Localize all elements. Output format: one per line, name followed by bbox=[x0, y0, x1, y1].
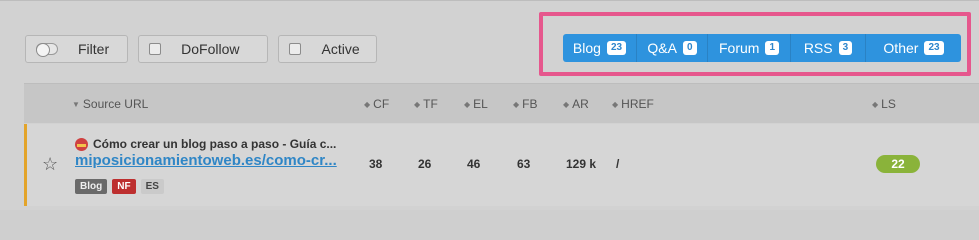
tab-rss[interactable]: RSS 3 bbox=[791, 34, 866, 62]
column-header-el[interactable]: ◆ EL bbox=[464, 97, 488, 111]
column-header-href[interactable]: ◆ HREF bbox=[612, 97, 654, 111]
spain-flag-icon bbox=[75, 137, 88, 151]
tag-language: ES bbox=[140, 179, 164, 194]
sort-icon: ◆ bbox=[612, 100, 619, 109]
ls-score-badge: 22 bbox=[876, 155, 920, 173]
active-checkbox[interactable] bbox=[289, 43, 302, 55]
sort-icon: ◆ bbox=[563, 100, 570, 109]
column-header-source-url[interactable]: ▼ Source URL bbox=[72, 97, 148, 111]
tab-label: RSS bbox=[803, 40, 833, 56]
filter-label: Filter bbox=[78, 41, 110, 57]
column-header-fb[interactable]: ◆ FB bbox=[513, 97, 538, 111]
tag-nofollow: NF bbox=[112, 179, 136, 194]
cell-cf: 38 bbox=[369, 157, 383, 171]
row-tags: Blog NF ES bbox=[75, 179, 164, 194]
column-header-ls[interactable]: ◆ LS bbox=[872, 97, 896, 111]
active-label: Active bbox=[321, 41, 360, 57]
column-header-tf[interactable]: ◆ TF bbox=[414, 97, 438, 111]
star-icon[interactable]: ☆ bbox=[42, 154, 58, 175]
tab-count-badge: 23 bbox=[924, 41, 944, 55]
dofollow-label: DoFollow bbox=[181, 41, 240, 57]
sort-down-icon: ▼ bbox=[72, 100, 80, 109]
dofollow-filter-button[interactable]: DoFollow bbox=[138, 35, 269, 63]
tab-label: Q&A bbox=[647, 40, 677, 56]
tag-blog: Blog bbox=[75, 179, 108, 194]
tab-count-badge: 3 bbox=[838, 41, 853, 55]
sort-icon: ◆ bbox=[872, 100, 879, 109]
tab-forum[interactable]: Forum 1 bbox=[708, 34, 791, 62]
tab-qa[interactable]: Q&A 0 bbox=[637, 34, 708, 62]
link-type-tabs: Blog 23 Q&A 0 Forum 1 RSS 3 Other 23 bbox=[563, 34, 961, 62]
table-header: ▼ Source URL ◆ CF ◆ TF ◆ EL ◆ FB ◆ AR ◆ HREF ◆ L… bbox=[24, 83, 979, 123]
tab-label: Forum bbox=[718, 40, 760, 56]
toggle-switch-icon[interactable] bbox=[36, 43, 58, 57]
tab-other[interactable]: Other 23 bbox=[866, 34, 961, 62]
cell-ar: 129 k bbox=[566, 157, 597, 171]
tab-count-badge: 1 bbox=[765, 41, 779, 55]
tab-count-badge: 23 bbox=[606, 41, 627, 55]
column-header-ar[interactable]: ◆ AR bbox=[563, 97, 589, 111]
filter-bar: Filter DoFollow Active bbox=[25, 35, 377, 63]
dofollow-checkbox[interactable] bbox=[149, 43, 162, 55]
tab-blog[interactable]: Blog 23 bbox=[563, 34, 637, 62]
filter-toggle-button[interactable]: Filter bbox=[25, 35, 129, 63]
tab-label: Blog bbox=[572, 40, 601, 56]
cell-tf: 26 bbox=[418, 157, 432, 171]
cell-href: / bbox=[616, 157, 620, 171]
sort-icon: ◆ bbox=[414, 100, 421, 109]
row-title-text: Cómo crear un blog paso a paso - Guía c.… bbox=[93, 137, 337, 151]
source-url-link[interactable]: miposicionamientoweb.es/como-cr... bbox=[75, 152, 337, 169]
column-header-cf[interactable]: ◆ CF bbox=[364, 97, 389, 111]
active-filter-button[interactable]: Active bbox=[278, 35, 377, 63]
cell-el: 46 bbox=[467, 157, 481, 171]
table-row: ☆ Cómo crear un blog paso a paso - Guía … bbox=[24, 124, 979, 206]
sort-icon: ◆ bbox=[364, 100, 371, 109]
tab-count-badge: 0 bbox=[683, 41, 697, 55]
sort-icon: ◆ bbox=[464, 100, 471, 109]
backlinks-panel: Filter DoFollow Active Blog 23 Q&A 0 For… bbox=[0, 0, 979, 210]
cell-fb: 63 bbox=[517, 157, 531, 171]
tab-label: Other bbox=[883, 40, 919, 56]
sort-icon: ◆ bbox=[513, 100, 520, 109]
row-title: Cómo crear un blog paso a paso - Guía c.… bbox=[75, 137, 336, 151]
